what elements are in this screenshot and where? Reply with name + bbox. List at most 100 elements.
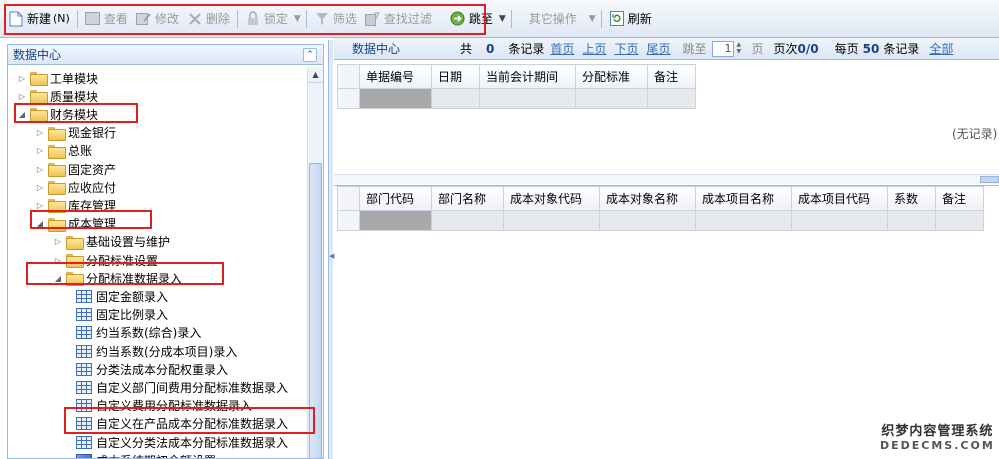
tree-item[interactable]: ▷ 固定资产 [34,160,116,178]
tree-item[interactable]: ▷ 应收应付 [34,178,116,196]
collapse-panel-icon[interactable]: ⌃ [303,48,317,62]
tree-item[interactable]: 固定比例录入 [70,306,168,324]
toolbar-separator [76,9,78,28]
column-header[interactable]: 成本项目代码 [791,186,888,211]
table-cell[interactable] [887,210,936,231]
table-cell[interactable] [599,210,696,231]
tree-item[interactable]: 自定义在产品成本分配标准数据录入 [70,415,288,433]
jump-dropdown-arrow-icon[interactable]: ▼ [499,14,506,24]
filter-button[interactable]: 筛选 [310,7,361,31]
expanded-arrow-icon[interactable]: ◢ [34,219,46,228]
tree-item[interactable]: ◢ 成本管理 [34,215,116,233]
column-header[interactable]: 成本对象代码 [503,186,600,211]
column-header[interactable]: 成本项目名称 [695,186,792,211]
table-row[interactable] [337,88,696,109]
tree-vertical-scrollbar[interactable]: ▲ [307,67,323,458]
lock-button[interactable]: 锁定 [241,7,292,31]
table-cell[interactable] [359,88,432,109]
toolbar-separator [236,9,238,28]
detail-grid-header: 部门代码 部门名称 成本对象代码 成本对象名称 成本项目名称 成本项目代码 系数 备注 [337,186,984,211]
lock-dropdown-arrow-icon[interactable]: ▼ [294,14,301,24]
column-header[interactable]: 备注 [935,186,984,211]
column-header[interactable]: 部门名称 [431,186,504,211]
column-header[interactable]: 单据编号 [359,64,432,89]
row-selector[interactable] [337,210,360,231]
column-header[interactable]: 当前会计期间 [479,64,576,89]
collapsed-arrow-icon[interactable]: ▷ [34,165,46,174]
collapsed-arrow-icon[interactable]: ▷ [16,92,28,101]
refresh-button[interactable]: 刷新 [605,7,656,31]
collapsed-arrow-icon[interactable]: ▷ [34,128,46,137]
tree-item[interactable]: ▷ 现金银行 [34,124,116,142]
tree-item[interactable]: ▷ 分配标准设置 [52,251,158,269]
table-cell[interactable] [479,88,576,109]
column-header[interactable]: 成本对象名称 [599,186,696,211]
table-cell[interactable] [695,210,792,231]
tree-item[interactable]: ◢ 分配标准数据录入 [52,269,182,287]
tree-item[interactable]: ◢ 财务模块 [16,105,98,123]
column-header[interactable]: 备注 [647,64,696,89]
table-cell[interactable] [431,210,504,231]
tree-item[interactable]: 约当系数(综合)录入 [70,324,201,342]
edit-button[interactable]: 修改 [132,7,183,31]
page-spinner-icon[interactable]: ▲ ▼ [736,41,745,57]
grid-icon [76,399,92,413]
collapsed-arrow-icon[interactable]: ▷ [34,183,46,192]
collapsed-arrow-icon[interactable]: ▷ [16,74,28,83]
panel-splitter[interactable]: ◀ [328,40,334,459]
page-number-input[interactable]: 1 [712,40,735,57]
column-header[interactable]: 日期 [431,64,480,89]
expanded-arrow-icon[interactable]: ◢ [52,274,64,283]
first-page-link[interactable]: 首页 [550,40,574,57]
tree-item[interactable]: 自定义部门间费用分配标准数据录入 [70,378,288,396]
collapsed-arrow-icon[interactable]: ▷ [52,237,64,246]
table-cell[interactable] [575,88,648,109]
tree-item[interactable]: ▷ 库存管理 [34,196,116,214]
search-filter-button[interactable]: 查找过滤 [361,7,436,31]
row-selector[interactable] [337,88,360,109]
tree-item[interactable]: ▷ 总账 [34,142,92,160]
column-header[interactable]: 部门代码 [359,186,432,211]
tree-item[interactable]: ▷ 基础设置与维护 [52,233,170,251]
column-header[interactable]: 系数 [887,186,936,211]
new-button[interactable]: 新建 (N) [4,7,74,31]
tree-item[interactable]: 成本系统期初余额设置 [70,451,216,458]
toolbar-separator [600,9,602,28]
delete-button[interactable]: 删除 [183,7,234,31]
table-row[interactable] [337,210,984,231]
tree-item[interactable]: 约当系数(分成本项目)录入 [70,342,237,360]
tree-item[interactable]: 自定义费用分配标准数据录入 [70,397,252,415]
show-all-link[interactable]: 全部 [929,40,953,57]
table-cell[interactable] [431,88,480,109]
scroll-up-icon[interactable]: ▲ [308,67,323,83]
jump-button[interactable]: 跳至 [446,7,497,31]
toolbar-separator [510,9,512,28]
scrollbar-thumb[interactable] [309,163,322,458]
tree-item[interactable]: 自定义分类法成本分配标准数据录入 [70,433,288,451]
other-ops-button[interactable]: 其它操作 [515,7,581,31]
scrollbar-thumb[interactable] [980,176,999,183]
splitter-arrow-icon[interactable]: ◀ [329,252,334,260]
other-ops-dropdown-arrow-icon[interactable]: ▼ [589,14,596,24]
table-cell[interactable] [791,210,888,231]
tree-item[interactable]: ▷ 工单模块 [16,69,98,87]
expanded-arrow-icon[interactable]: ◢ [16,110,28,119]
table-cell[interactable] [647,88,696,109]
view-button[interactable]: 查看 [81,7,132,31]
prev-page-link[interactable]: 上页 [582,40,606,57]
per-page-value: 50 [862,41,880,56]
next-page-link[interactable]: 下页 [614,40,638,57]
table-cell[interactable] [935,210,984,231]
tree-item[interactable]: ▷ 质量模块 [16,87,98,105]
table-cell[interactable] [359,210,432,231]
upper-horizontal-scrollbar[interactable] [334,174,999,184]
collapsed-arrow-icon[interactable]: ▷ [34,201,46,210]
table-cell[interactable] [503,210,600,231]
last-page-link[interactable]: 尾页 [646,40,670,57]
tree-item[interactable]: 固定金额录入 [70,287,168,305]
tree-item-label: 工单模块 [50,71,99,86]
collapsed-arrow-icon[interactable]: ▷ [52,256,64,265]
tree-item[interactable]: 分类法成本分配权重录入 [70,360,228,378]
column-header[interactable]: 分配标准 [575,64,648,89]
collapsed-arrow-icon[interactable]: ▷ [34,146,46,155]
